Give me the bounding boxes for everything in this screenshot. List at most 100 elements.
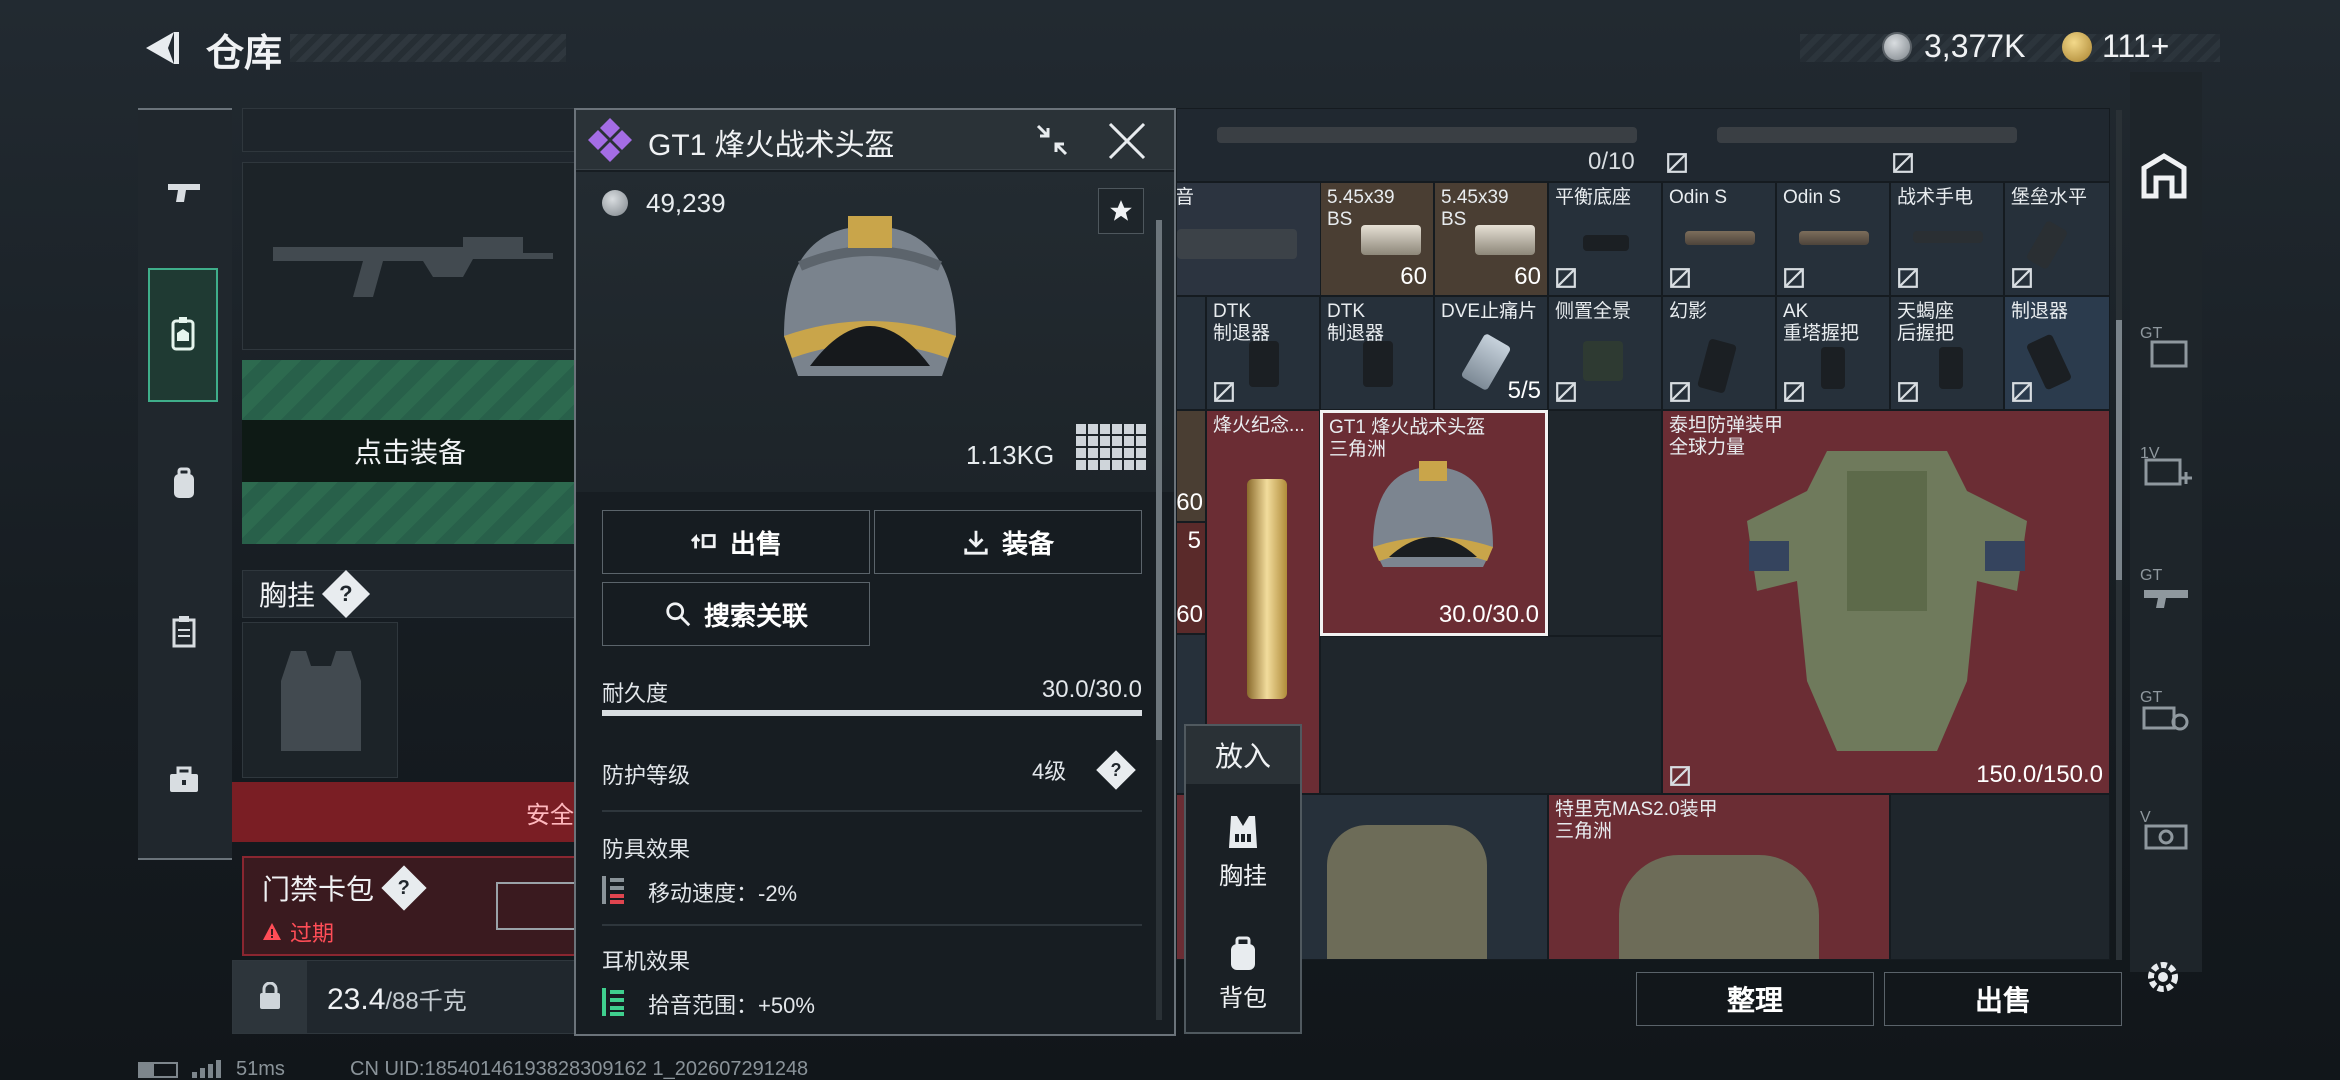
warning-icon: [263, 923, 281, 940]
grid-item[interactable]: DTK 制退器: [1206, 296, 1320, 410]
signal-icon: [192, 1060, 221, 1078]
svg-text:GT: GT: [2140, 689, 2162, 706]
minimize-button[interactable]: [1032, 120, 1072, 160]
rail-backpack[interactable]: [148, 448, 220, 520]
points-value[interactable]: 111+: [2102, 28, 2169, 65]
close-button[interactable]: [1106, 120, 1148, 162]
grid-item[interactable]: 制退器: [2004, 296, 2110, 410]
grid-item[interactable]: 战术手电: [1890, 182, 2004, 296]
equip-cta[interactable]: 点击装备: [242, 420, 578, 482]
equip-slot-top[interactable]: [242, 108, 578, 152]
item-image: [1583, 235, 1629, 251]
weapon-slot[interactable]: [242, 162, 578, 350]
grid-item[interactable]: Odin S: [1776, 182, 1890, 296]
sort-button[interactable]: 整理: [1636, 972, 1874, 1026]
popup-equip-button[interactable]: 装备: [874, 510, 1142, 574]
weapon-strip-shape: [1217, 127, 1637, 143]
equipment-icon: [171, 317, 195, 351]
grid-item-partial[interactable]: [1176, 296, 1206, 410]
sell-button[interactable]: 出售: [1884, 972, 2122, 1026]
item-image: [1913, 231, 1983, 243]
grid-empty[interactable]: [1548, 410, 1662, 636]
page-title: 仓库: [206, 33, 283, 75]
weight-lock-box[interactable]: [233, 961, 307, 1033]
grid-scrollbar[interactable]: [2116, 110, 2122, 960]
grid-item[interactable]: 5.45x39 BS 60: [1434, 182, 1548, 296]
put-in-bag[interactable]: 背包: [1186, 934, 1300, 1030]
grid-item[interactable]: 天蝎座 后握把: [1890, 296, 2004, 410]
uid-text: CN UID:18540146193828309162 1_2026072912…: [350, 1058, 809, 1080]
rail-clipboard[interactable]: [148, 596, 220, 668]
grid-item[interactable]: DVE止痛片 5/5: [1434, 296, 1548, 410]
favorite-button[interactable]: [1098, 188, 1144, 234]
coin-icon: [602, 190, 628, 216]
grid-item[interactable]: 幻影: [1662, 296, 1776, 410]
chest-rig-slot[interactable]: [242, 622, 398, 778]
collapse-icon: [1036, 124, 1068, 156]
armor-image-partial: [1327, 825, 1487, 959]
grid-item[interactable]: AK 重塔握把: [1776, 296, 1890, 410]
right-rail-item-5[interactable]: V: [2136, 802, 2196, 858]
back-button[interactable]: [138, 26, 182, 70]
lock-icon: [1667, 153, 1687, 173]
add-loadout-icon: 1V: [2140, 445, 2192, 486]
right-rail-item-1[interactable]: GT: [2136, 318, 2196, 374]
keycard-panel[interactable]: 门禁卡包 ? 过期: [242, 856, 580, 956]
grid-empty[interactable]: [1320, 636, 1662, 794]
battery-icon: [138, 1062, 178, 1078]
grid-item-armor[interactable]: 泰坦防弹装甲 全球力量 150.0/150.0: [1662, 410, 2110, 794]
safe-box-banner[interactable]: 安全: [232, 782, 578, 842]
rail-toolbox[interactable]: [148, 744, 220, 816]
rail-weapons[interactable]: [148, 156, 220, 228]
put-in-chest[interactable]: 胸挂: [1186, 812, 1300, 908]
keycard-help-icon[interactable]: ?: [381, 865, 427, 911]
svg-text:GT: GT: [2140, 325, 2162, 342]
item-preview: 49,239 1.13KG: [576, 172, 1174, 492]
popup-scrollbar[interactable]: [1156, 220, 1162, 1020]
popup-title: GT1 烽火战术头盔: [648, 129, 895, 162]
weapon-strip-shape-2: [1717, 127, 2017, 143]
ammo-box-image: [1475, 225, 1535, 255]
rail-equipment[interactable]: [148, 268, 218, 402]
right-rail-item-2[interactable]: 1V: [2136, 438, 2196, 494]
grid-item[interactable]: Odin S: [1662, 182, 1776, 296]
grid-item[interactable]: 平衡底座: [1548, 182, 1662, 296]
grid-item-partial[interactable]: 60: [1176, 410, 1206, 522]
grid-item[interactable]: DTK 制退器: [1320, 296, 1434, 410]
durability-label: 耐久度: [602, 681, 669, 706]
slot-count: 0/10: [1588, 148, 1635, 175]
right-rail-home[interactable]: [2138, 150, 2194, 206]
lock-icon: [1670, 268, 1690, 288]
grid-empty[interactable]: [1890, 794, 2110, 960]
chest-rig-help-icon[interactable]: ?: [321, 569, 371, 619]
grid-item[interactable]: 5.45x39 BS 60: [1320, 182, 1434, 296]
item-image: [2025, 219, 2069, 271]
settings-button[interactable]: [2140, 954, 2186, 1000]
grid-item-partial[interactable]: 5 60: [1176, 522, 1206, 634]
weight-icon: [260, 982, 280, 1009]
vest-icon: [1229, 816, 1257, 848]
buff-bars-icon: [602, 988, 624, 1016]
item-image: [1363, 341, 1393, 387]
search-icon: [666, 602, 691, 627]
protection-help-icon[interactable]: ?: [1096, 750, 1136, 790]
item-image: [1249, 341, 1279, 387]
lock-icon: [1898, 268, 1918, 288]
right-rail-item-3[interactable]: GT: [2136, 560, 2196, 616]
rifle-silhouette-icon: [273, 237, 553, 297]
grid-item[interactable]: 侧置全景: [1548, 296, 1662, 410]
grid-item-helmet[interactable]: GT1 烽火战术头盔 三角洲 30.0/30.0: [1320, 410, 1548, 636]
gear-icon: [2148, 962, 2178, 992]
grid-item[interactable]: 音: [1176, 182, 1324, 296]
popup-search-button[interactable]: 搜索关联: [602, 582, 870, 646]
toolbox-icon: [170, 766, 198, 792]
right-rail-item-4[interactable]: GT: [2136, 682, 2196, 738]
popup-sell-button[interactable]: 出售: [602, 510, 870, 574]
keycard-slot[interactable]: [496, 882, 580, 930]
back-arrow-icon: [146, 32, 179, 64]
grid-item[interactable]: 堡垒水平: [2004, 182, 2110, 296]
move-speed-effect: 移动速度：-2%: [648, 881, 798, 906]
lock-icon: [1214, 382, 1234, 402]
chest-rig-label: 胸挂: [259, 580, 316, 611]
grid-item-armor-bottom[interactable]: 特里克MAS2.0装甲 三角洲: [1548, 794, 1890, 960]
